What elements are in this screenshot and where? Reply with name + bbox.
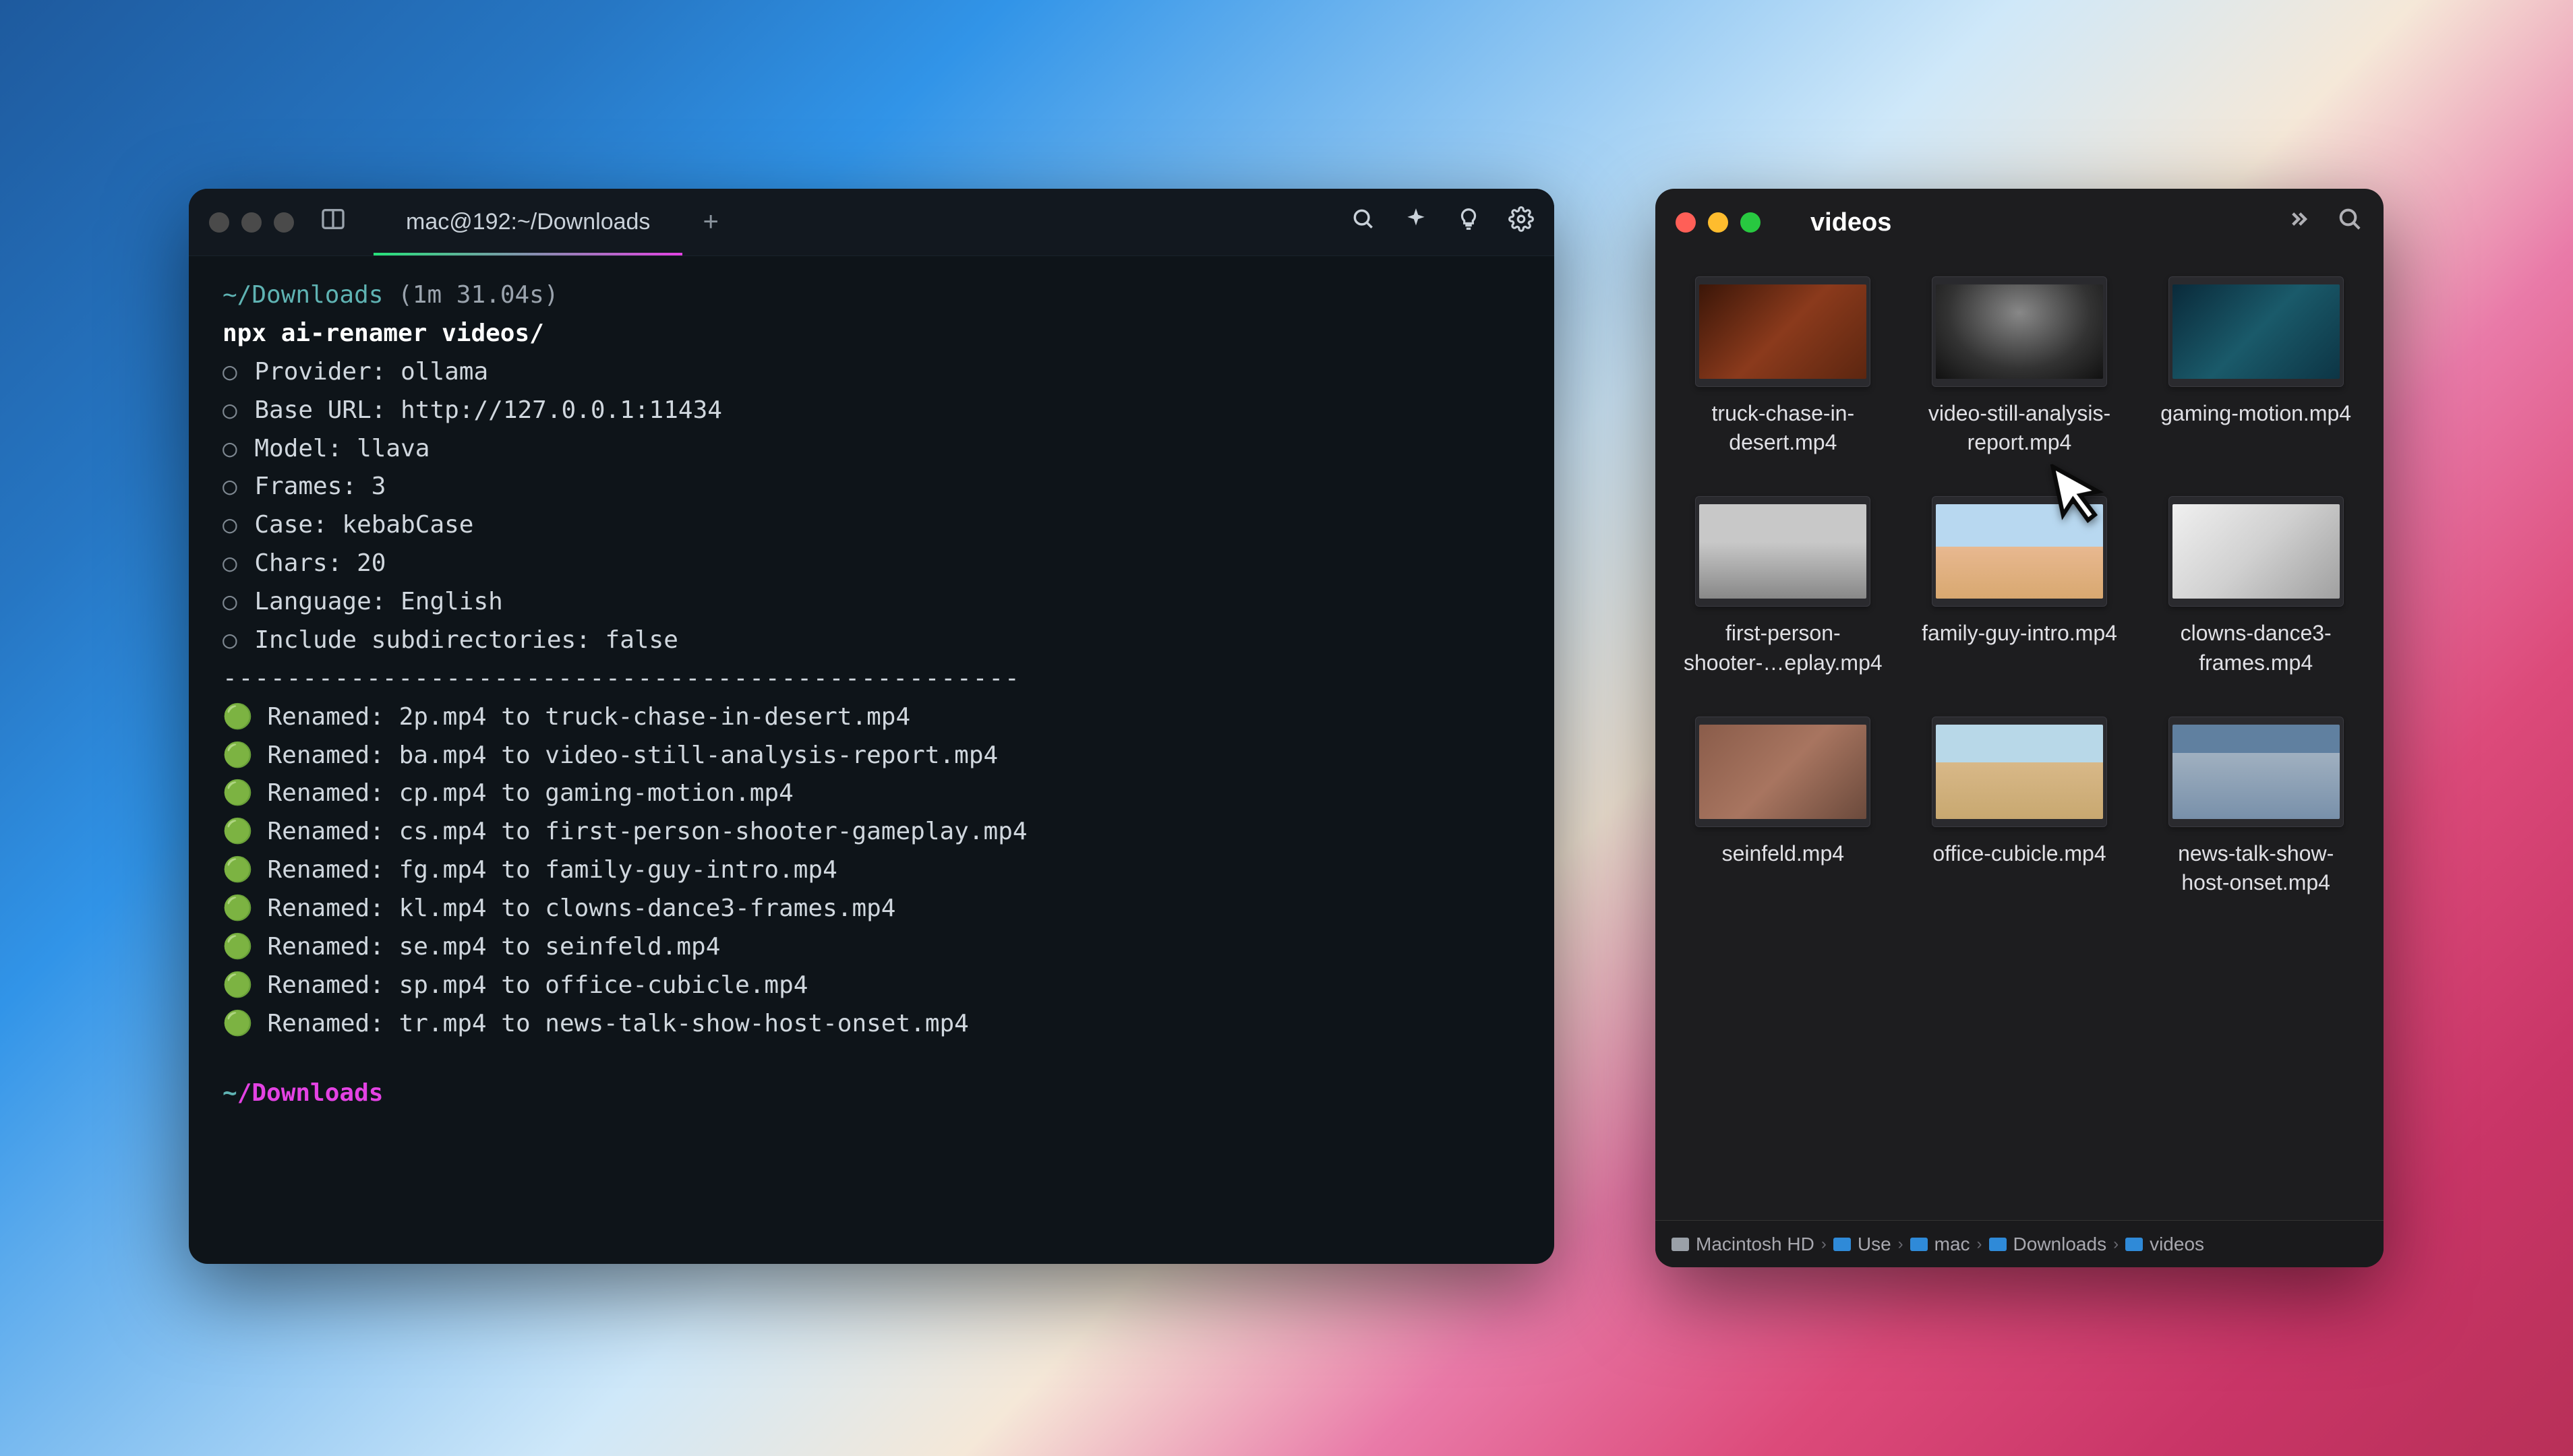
new-tab-button[interactable]: +: [703, 207, 718, 237]
command-line: npx ai-renamer videos/: [223, 315, 1520, 353]
tab-title: mac@192:~/Downloads: [406, 209, 650, 235]
file-name: office-cubicle.mp4: [1932, 839, 2106, 868]
path-segment[interactable]: Downloads: [1989, 1234, 2107, 1255]
video-thumbnail: [1695, 717, 1870, 827]
video-thumbnail: [2168, 496, 2344, 607]
divider: ----------------------------------------…: [223, 660, 1520, 698]
minimize-button[interactable]: [1708, 212, 1728, 233]
cfg-line: Base URL: http://127.0.0.1:11434: [254, 396, 722, 424]
file-name: first-person-shooter-…eplay.mp4: [1682, 619, 1884, 677]
terminal-output[interactable]: ~/Downloads (1m 31.04s) npx ai-renamer v…: [189, 256, 1554, 1264]
path-segment[interactable]: videos: [2125, 1234, 2204, 1255]
window-controls: [1676, 212, 1761, 233]
rename-line: Renamed: fg.mp4 to family-guy-intro.mp4: [268, 856, 837, 884]
chevron-right-icon: ›: [1821, 1235, 1827, 1254]
path-bar[interactable]: Macintosh HD › Use › mac › Downloads › v…: [1655, 1220, 2384, 1267]
file-name: family-guy-intro.mp4: [1922, 619, 2117, 648]
window-controls: [209, 212, 294, 233]
folder-icon: [2125, 1238, 2143, 1251]
finder-icon-grid[interactable]: truck-chase-in-desert.mp4 video-still-an…: [1655, 256, 2384, 1220]
cfg-line: Language: English: [254, 588, 502, 615]
file-name: news-talk-show-host-onset.mp4: [2155, 839, 2357, 897]
terminal-window: mac@192:~/Downloads + ~/Downloads (1m 31…: [189, 189, 1554, 1264]
search-icon[interactable]: [1351, 206, 1376, 239]
hdd-icon: [1672, 1238, 1689, 1251]
rename-line: Renamed: cs.mp4 to first-person-shooter-…: [268, 818, 1028, 845]
file-item[interactable]: truck-chase-in-desert.mp4: [1672, 276, 1895, 457]
close-button[interactable]: [1676, 212, 1696, 233]
video-thumbnail: [1695, 276, 1870, 387]
chevron-right-icon: ›: [2113, 1235, 2119, 1254]
file-item[interactable]: news-talk-show-host-onset.mp4: [2144, 717, 2367, 897]
cfg-line: Model: llava: [254, 435, 430, 462]
folder-icon: [1833, 1238, 1851, 1251]
cfg-line: Include subdirectories: false: [254, 626, 678, 654]
video-thumbnail: [1932, 276, 2107, 387]
video-thumbnail: [1932, 717, 2107, 827]
video-thumbnail: [1695, 496, 1870, 607]
file-name: truck-chase-in-desert.mp4: [1682, 399, 1884, 457]
minimize-button[interactable]: [241, 212, 262, 233]
finder-titlebar: videos: [1655, 189, 2384, 256]
rename-line: Renamed: kl.mp4 to clowns-dance3-frames.…: [268, 894, 896, 922]
file-item[interactable]: clowns-dance3-frames.mp4: [2144, 496, 2367, 677]
file-item[interactable]: video-still-analysis-report.mp4: [1908, 276, 2131, 457]
cfg-line: Frames: 3: [254, 473, 386, 500]
chevron-right-icon: ›: [1898, 1235, 1903, 1254]
file-item[interactable]: first-person-shooter-…eplay.mp4: [1672, 496, 1895, 677]
rename-line: Renamed: ba.mp4 to video-still-analysis-…: [268, 741, 999, 769]
cfg-line: Case: kebabCase: [254, 511, 473, 539]
rename-line: Renamed: cp.mp4 to gaming-motion.mp4: [268, 779, 794, 807]
tab-bar: mac@192:~/Downloads +: [374, 189, 1351, 255]
gear-icon[interactable]: [1508, 206, 1534, 239]
cfg-line: Chars: 20: [254, 549, 386, 577]
finder-window: videos truck-chase-in-desert.mp4 video-s…: [1655, 189, 2384, 1267]
cfg-line: Provider: ollama: [254, 358, 488, 386]
prompt-timing: (1m 31.04s): [398, 281, 558, 309]
rename-line: Renamed: se.mp4 to seinfeld.mp4: [268, 933, 721, 961]
maximize-button[interactable]: [274, 212, 294, 233]
file-item[interactable]: seinfeld.mp4: [1672, 717, 1895, 897]
file-name: gaming-motion.mp4: [2160, 399, 2351, 428]
video-thumbnail: [1932, 496, 2107, 607]
close-button[interactable]: [209, 212, 229, 233]
file-item[interactable]: office-cubicle.mp4: [1908, 717, 2131, 897]
folder-icon: [1910, 1238, 1928, 1251]
tab-active[interactable]: mac@192:~/Downloads: [374, 189, 682, 255]
prompt-path: ~/Downloads: [223, 281, 383, 309]
sparkle-icon[interactable]: [1403, 206, 1429, 239]
rename-line: Renamed: tr.mp4 to news-talk-show-host-o…: [268, 1010, 969, 1037]
path-segment[interactable]: mac: [1910, 1234, 1970, 1255]
finder-title: videos: [1810, 208, 1891, 237]
path-segment[interactable]: Macintosh HD: [1672, 1234, 1814, 1255]
search-icon[interactable]: [2336, 206, 2363, 240]
current-prompt: ~/Downloads: [223, 1074, 1520, 1113]
file-item[interactable]: family-guy-intro.mp4: [1908, 496, 2131, 677]
chevron-right-icon: ›: [1977, 1235, 1982, 1254]
maximize-button[interactable]: [1740, 212, 1761, 233]
folder-icon: [1989, 1238, 2007, 1251]
path-segment[interactable]: Use: [1833, 1234, 1891, 1255]
file-name: clowns-dance3-frames.mp4: [2155, 619, 2357, 677]
file-name: seinfeld.mp4: [1722, 839, 1844, 868]
rename-line: Renamed: sp.mp4 to office-cubicle.mp4: [268, 971, 808, 999]
more-icon[interactable]: [2285, 206, 2312, 240]
lightbulb-icon[interactable]: [1456, 206, 1481, 239]
rename-line: Renamed: 2p.mp4 to truck-chase-in-desert…: [268, 703, 911, 731]
file-item[interactable]: gaming-motion.mp4: [2144, 276, 2367, 457]
file-name: video-still-analysis-report.mp4: [1918, 399, 2121, 457]
split-pane-icon[interactable]: [320, 206, 347, 239]
video-thumbnail: [2168, 717, 2344, 827]
terminal-titlebar: mac@192:~/Downloads +: [189, 189, 1554, 256]
video-thumbnail: [2168, 276, 2344, 387]
